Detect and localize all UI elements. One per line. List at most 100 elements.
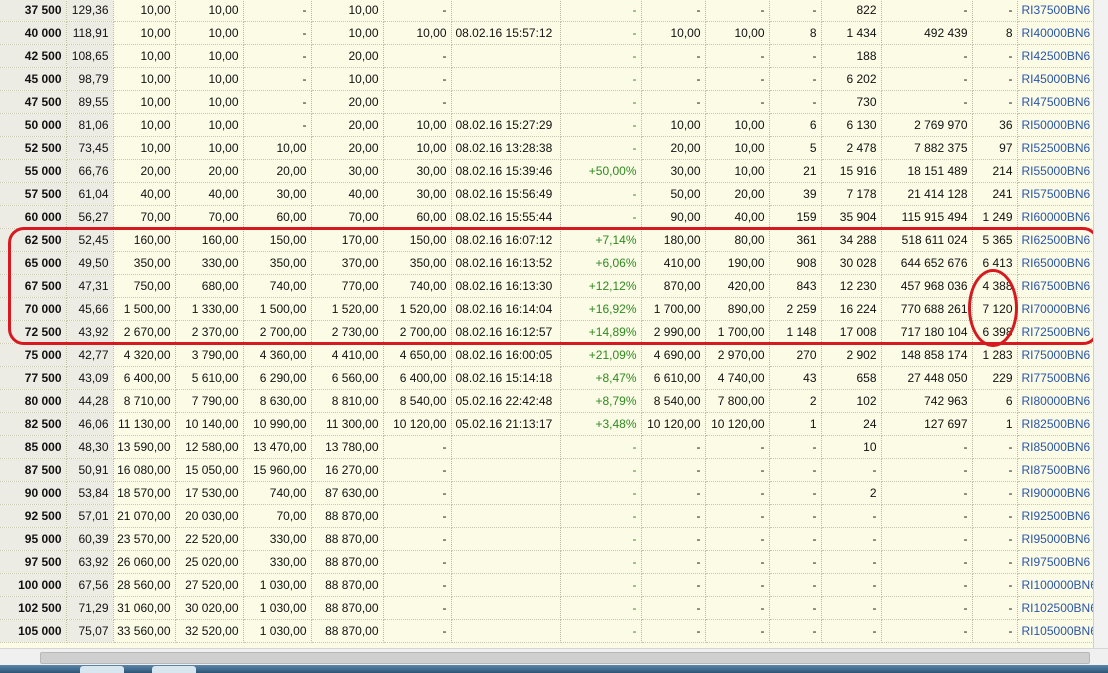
ask-cell: 7 790,00 bbox=[175, 389, 244, 413]
taskbar-button[interactable] bbox=[80, 666, 124, 673]
max-cell: - bbox=[641, 573, 706, 597]
instrument-code-cell[interactable]: RI70000BN6 bbox=[1017, 297, 1100, 321]
instrument-code-cell[interactable]: RI80000BN6 bbox=[1017, 389, 1100, 413]
last-cell: - bbox=[383, 90, 452, 114]
table-row[interactable]: 102 500 71,29 31 060,00 30 020,00 1 030,00 88… bbox=[0, 596, 1100, 620]
trades-cell: 1 bbox=[769, 412, 822, 436]
change-cell: - bbox=[560, 136, 642, 160]
table-row[interactable]: 97 500 63,92 26 060,00 25 020,00 330,00 88 87… bbox=[0, 550, 1100, 574]
instrument-code-cell[interactable]: RI102500BN6 bbox=[1017, 596, 1100, 620]
table-row[interactable]: 40 000 118,91 10,00 10,00-10,00 10,00 08.02.1… bbox=[0, 21, 1100, 45]
instrument-code-cell[interactable]: RI82500BN6 bbox=[1017, 412, 1100, 436]
bid-cell: 350,00 bbox=[113, 251, 176, 275]
table-row[interactable]: 87 500 50,91 16 080,00 15 050,00 15 960,00 16… bbox=[0, 458, 1100, 482]
table-row[interactable]: 72 500 43,92 2 670,00 2 370,00 2 700,00 2 730… bbox=[0, 320, 1100, 344]
instrument-code-cell[interactable]: RI95000BN6 bbox=[1017, 527, 1100, 551]
turnover-cell: - bbox=[881, 573, 973, 597]
trades-cell: 361 bbox=[769, 228, 822, 252]
table-row[interactable]: 57 500 61,04 40,00 40,00 30,00 40,00 30,00 08.0… bbox=[0, 182, 1100, 206]
table-row[interactable]: 92 500 57,01 21 070,00 20 030,00 70,00 88 870… bbox=[0, 504, 1100, 528]
table-row[interactable]: 37 500 129,36 10,00 10,00-10,00- - - - -822- - RI… bbox=[0, 0, 1100, 22]
instrument-code-cell[interactable]: RI52500BN6 bbox=[1017, 136, 1100, 160]
instrument-code-cell[interactable]: RI65000BN6 bbox=[1017, 251, 1100, 275]
bid-cell: 1 500,00 bbox=[113, 297, 176, 321]
min-cell: - bbox=[705, 619, 770, 643]
instrument-code-cell[interactable]: RI77500BN6 bbox=[1017, 366, 1100, 390]
options-grid[interactable]: 37 500 129,36 10,00 10,00-10,00- - - - -822- - RI… bbox=[0, 0, 1108, 648]
table-row[interactable]: 47 500 89,55 10,00 10,00-20,00- - - - -730- - RI4… bbox=[0, 90, 1100, 114]
table-row[interactable]: 50 000 81,06 10,00 10,00-20,00 10,00 08.02.16… bbox=[0, 113, 1100, 137]
instrument-code-cell[interactable]: RI87500BN6 bbox=[1017, 458, 1100, 482]
table-row[interactable]: 65 000 49,50 350,00 330,00 350,00 370,00 350,0… bbox=[0, 251, 1100, 275]
table-row[interactable]: 55 000 66,76 20,00 20,00 20,00 30,00 30,00 08.0… bbox=[0, 159, 1100, 183]
settle-cell: 150,00 bbox=[243, 228, 312, 252]
table-row[interactable]: 85 000 48,30 13 590,00 12 580,00 13 470,00 13… bbox=[0, 435, 1100, 459]
instrument-code-cell[interactable]: RI50000BN6 bbox=[1017, 113, 1100, 137]
instrument-code-cell[interactable]: RI75000BN6 bbox=[1017, 343, 1100, 367]
table-row[interactable]: 80 000 44,28 8 710,00 7 790,00 8 630,00 8 810… bbox=[0, 389, 1100, 413]
table-row[interactable]: 77 500 43,09 6 400,00 5 610,00 6 290,00 6 560… bbox=[0, 366, 1100, 390]
min-cell: - bbox=[705, 550, 770, 574]
table-row[interactable]: 62 500 52,45 160,00 160,00 150,00 170,00 150,0… bbox=[0, 228, 1100, 252]
change-cell: +6,06% bbox=[560, 251, 642, 275]
instrument-code-cell[interactable]: RI55000BN6 bbox=[1017, 159, 1100, 183]
open-interest-cell: - bbox=[972, 573, 1018, 597]
instrument-code-cell[interactable]: RI42500BN6 bbox=[1017, 44, 1100, 68]
table-row[interactable]: 60 000 56,27 70,00 70,00 60,00 70,00 60,00 08.0… bbox=[0, 205, 1100, 229]
last-cell: 150,00 bbox=[383, 228, 452, 252]
last-cell: - bbox=[383, 481, 452, 505]
change-cell: +21,09% bbox=[560, 343, 642, 367]
instrument-code-cell[interactable]: RI57500BN6 bbox=[1017, 182, 1100, 206]
table-row[interactable]: 45 000 98,79 10,00 10,00-10,00- - - - -6 202- - R… bbox=[0, 67, 1100, 91]
instrument-code-cell[interactable]: RI100000BN6 bbox=[1017, 573, 1100, 597]
instrument-code-cell[interactable]: RI85000BN6 bbox=[1017, 435, 1100, 459]
instrument-code-cell[interactable]: RI97500BN6 bbox=[1017, 550, 1100, 574]
instrument-code-cell[interactable]: RI47500BN6 bbox=[1017, 90, 1100, 114]
ask-cell: 5 610,00 bbox=[175, 366, 244, 390]
instrument-code-cell[interactable]: RI72500BN6 bbox=[1017, 320, 1100, 344]
strike-cell: 57 500 bbox=[0, 182, 67, 206]
table-row[interactable]: 67 500 47,31 750,00 680,00 740,00 770,00 740,0… bbox=[0, 274, 1100, 298]
table-row[interactable]: 90 000 53,84 18 570,00 17 530,00 740,00 87 63… bbox=[0, 481, 1100, 505]
instrument-code-cell[interactable]: RI67500BN6 bbox=[1017, 274, 1100, 298]
ask-cell: 40,00 bbox=[175, 182, 244, 206]
strike-cell: 72 500 bbox=[0, 320, 67, 344]
vertical-scrollbar[interactable] bbox=[1093, 0, 1108, 648]
table-row[interactable]: 95 000 60,39 23 570,00 22 520,00 330,00 88 87… bbox=[0, 527, 1100, 551]
instrument-code-cell[interactable]: RI62500BN6 bbox=[1017, 228, 1100, 252]
instrument-code-cell[interactable]: RI45000BN6 bbox=[1017, 67, 1100, 91]
instrument-code-cell[interactable]: RI105000BN6 bbox=[1017, 619, 1100, 643]
table-row[interactable]: 75 000 42,77 4 320,00 3 790,00 4 360,00 4 410… bbox=[0, 343, 1100, 367]
table-row[interactable]: 105 000 75,07 33 560,00 32 520,00 1 030,00 88… bbox=[0, 619, 1100, 643]
table-row[interactable]: 52 500 73,45 10,00 10,00 10,00 20,00 10,00 08.0… bbox=[0, 136, 1100, 160]
min-cell: - bbox=[705, 527, 770, 551]
turnover-cell: - bbox=[881, 527, 973, 551]
instrument-code-cell[interactable]: RI37500BN6 bbox=[1017, 0, 1100, 22]
turnover-cell: - bbox=[881, 596, 973, 620]
horizontal-scrollbar[interactable] bbox=[0, 648, 1108, 666]
taskbar-button[interactable] bbox=[152, 666, 196, 673]
min-cell: - bbox=[705, 435, 770, 459]
ask-cell: 10,00 bbox=[175, 44, 244, 68]
volume-cell: 35 904 bbox=[821, 205, 882, 229]
instrument-code-cell[interactable]: RI40000BN6 bbox=[1017, 21, 1100, 45]
scrollbar-thumb[interactable] bbox=[40, 652, 1090, 664]
turnover-cell: 644 652 676 bbox=[881, 251, 973, 275]
last-trade-time-cell: 05.02.16 22:42:48 bbox=[451, 389, 561, 413]
table-row[interactable]: 82 500 46,06 11 130,00 10 140,00 10 990,00 11… bbox=[0, 412, 1100, 436]
last-cell: 4 650,00 bbox=[383, 343, 452, 367]
table-row[interactable]: 100 000 67,56 28 560,00 27 520,00 1 030,00 88… bbox=[0, 573, 1100, 597]
high-cell: 370,00 bbox=[311, 251, 384, 275]
table-row[interactable]: 70 000 45,66 1 500,00 1 330,00 1 500,00 1 520… bbox=[0, 297, 1100, 321]
change-cell: +3,48% bbox=[560, 412, 642, 436]
instrument-code-cell[interactable]: RI92500BN6 bbox=[1017, 504, 1100, 528]
open-interest-cell: 6 413 bbox=[972, 251, 1018, 275]
max-cell: - bbox=[641, 90, 706, 114]
max-cell: - bbox=[641, 481, 706, 505]
high-cell: 10,00 bbox=[311, 0, 384, 22]
instrument-code-cell[interactable]: RI90000BN6 bbox=[1017, 481, 1100, 505]
bid-cell: 10,00 bbox=[113, 0, 176, 22]
instrument-code-cell[interactable]: RI60000BN6 bbox=[1017, 205, 1100, 229]
table-row[interactable]: 42 500 108,65 10,00 10,00-20,00- - - - -188- - RI… bbox=[0, 44, 1100, 68]
last-cell: - bbox=[383, 619, 452, 643]
